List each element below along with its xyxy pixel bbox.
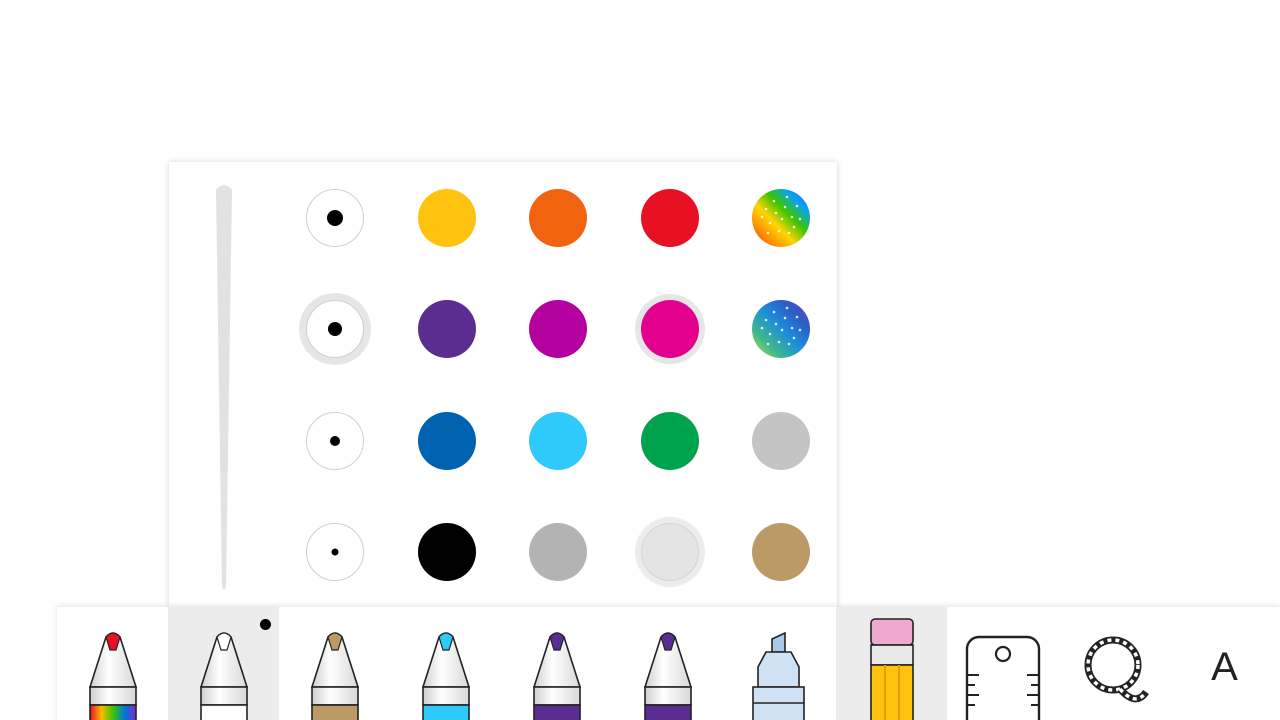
color-swatch[interactable]	[418, 189, 476, 247]
rainbow-pen-tool-button[interactable]	[57, 607, 168, 720]
pen-icon	[310, 632, 360, 720]
eraser-tool-button[interactable]	[836, 607, 947, 720]
pen-icon	[88, 632, 138, 720]
size-xlarge-button[interactable]	[306, 189, 364, 247]
pen-settings-flyout	[169, 162, 837, 608]
color-swatch[interactable]	[641, 412, 699, 470]
rainbow-glitter-swatch[interactable]	[752, 189, 810, 247]
color-swatch[interactable]	[529, 523, 587, 581]
size-medium-button[interactable]	[306, 412, 364, 470]
thickness-slider[interactable]	[213, 182, 235, 592]
color-swatch[interactable]	[529, 189, 587, 247]
pen-icon	[532, 632, 582, 720]
color-swatch[interactable]	[529, 412, 587, 470]
white-pen-tool-button[interactable]	[168, 607, 279, 720]
color-swatch[interactable]	[418, 523, 476, 581]
color-swatch[interactable]	[641, 300, 699, 358]
lasso-select-tool-button[interactable]	[1058, 607, 1169, 720]
size-dot-icon	[327, 210, 343, 226]
size-dot-icon	[331, 548, 339, 556]
color-swatch[interactable]	[529, 300, 587, 358]
color-swatch[interactable]	[641, 523, 699, 581]
ocean-glitter-swatch[interactable]	[752, 300, 810, 358]
ruler-icon	[965, 635, 1041, 720]
text-tool-label: A	[1211, 645, 1238, 689]
size-dot-icon	[330, 436, 340, 446]
color-swatch[interactable]	[418, 300, 476, 358]
eraser-icon	[870, 618, 914, 720]
color-swatch[interactable]	[752, 412, 810, 470]
text-tool-button[interactable]: A	[1169, 607, 1280, 720]
inking-toolbar: A	[57, 607, 1280, 720]
pen-icon	[643, 632, 693, 720]
highlighter-tool-button[interactable]	[723, 607, 834, 720]
highlighter-icon	[752, 631, 805, 720]
size-dot-icon	[328, 322, 342, 336]
ruler-tool-button[interactable]	[947, 607, 1058, 720]
pen-icon	[421, 632, 471, 720]
color-swatch[interactable]	[418, 412, 476, 470]
size-small-button[interactable]	[306, 523, 364, 581]
size-large-button[interactable]	[306, 300, 364, 358]
cyan-pen-tool-button[interactable]	[390, 607, 501, 720]
purple-pen-tool-1-button[interactable]	[501, 607, 612, 720]
active-tool-indicator	[260, 619, 271, 630]
purple-pen-tool-2-button[interactable]	[612, 607, 723, 720]
lasso-icon	[1084, 636, 1149, 703]
color-swatch[interactable]	[641, 189, 699, 247]
color-swatch[interactable]	[752, 523, 810, 581]
gold-pen-tool-button[interactable]	[279, 607, 390, 720]
